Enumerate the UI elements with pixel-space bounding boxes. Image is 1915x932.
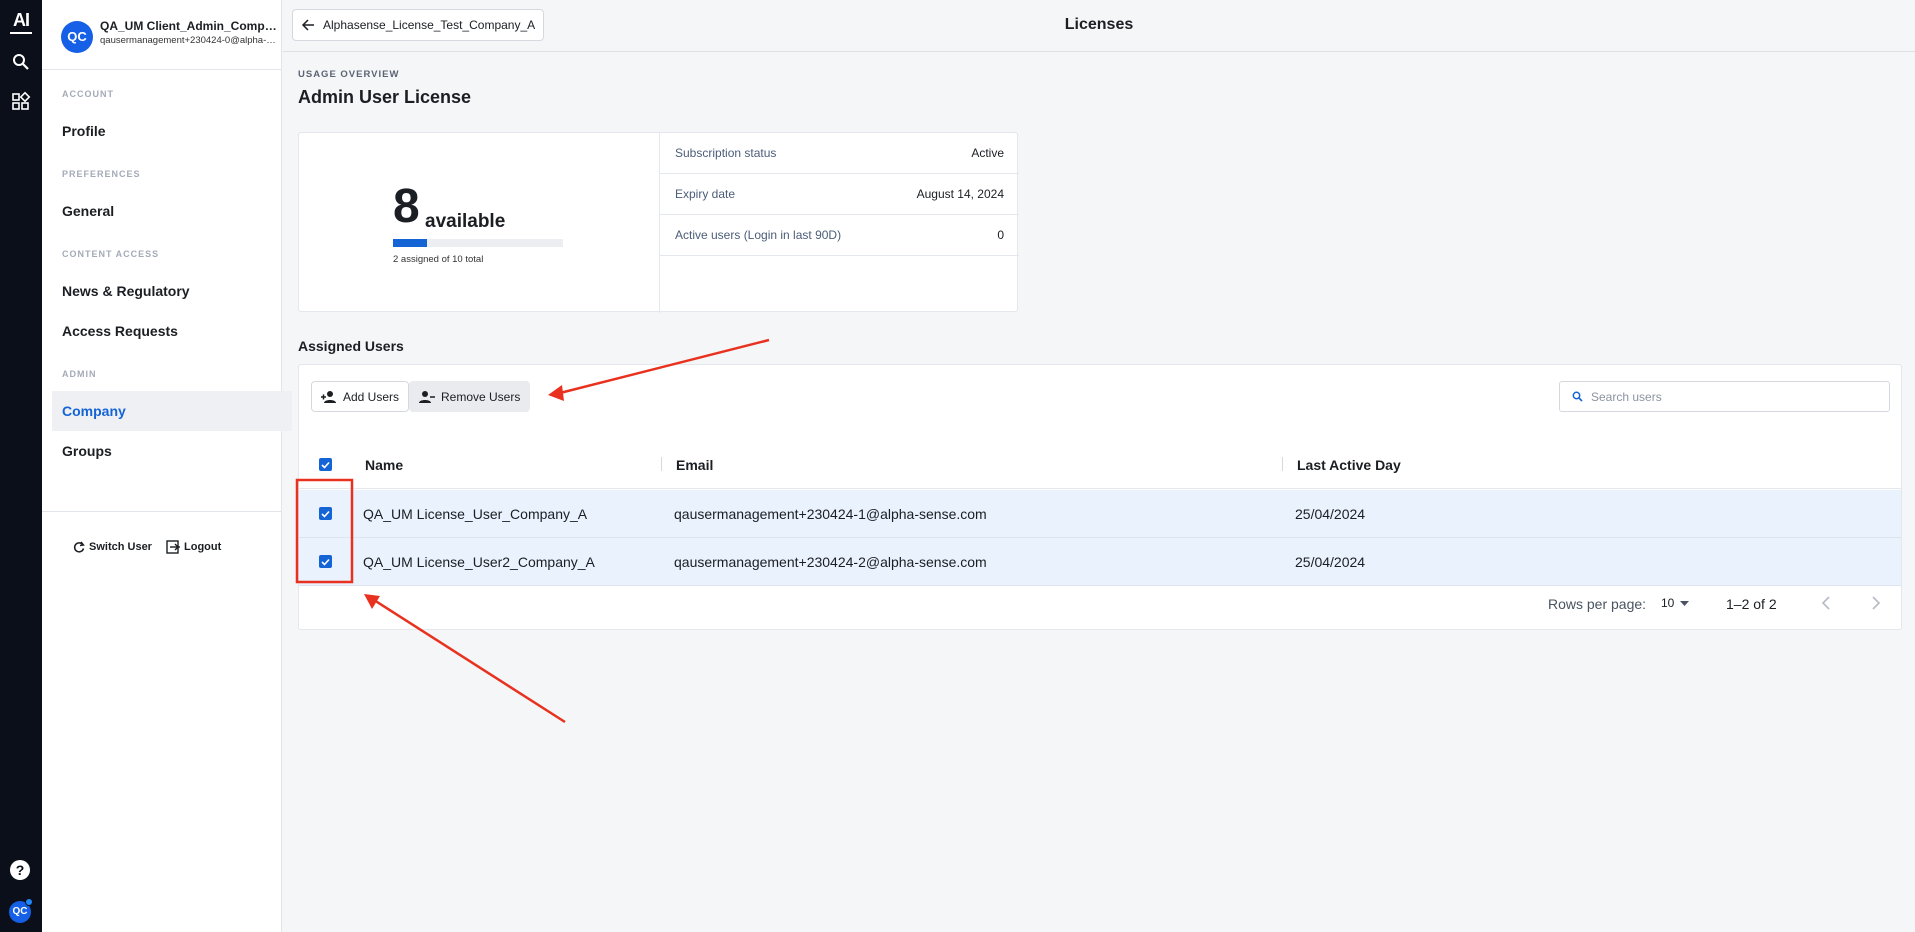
sidebar-item-profile[interactable]: Profile	[62, 123, 106, 139]
info-value: 0	[997, 228, 1004, 242]
user-header: QC QA_UM Client_Admin_Company_A qauserma…	[42, 0, 281, 70]
section-admin: ADMIN	[62, 369, 97, 379]
page-range: 1–2 of 2	[1726, 596, 1777, 612]
sidebar-item-general[interactable]: General	[62, 203, 114, 219]
column-email[interactable]: Email	[676, 457, 713, 473]
column-name[interactable]: Name	[365, 457, 403, 473]
assigned-users-card: Add Users Remove Users Name Email Last A…	[298, 364, 1902, 630]
cell-email: qausermanagement+230424-1@alpha-sense.co…	[674, 506, 987, 522]
row-checkbox[interactable]	[319, 555, 332, 568]
info-key: Expiry date	[675, 187, 736, 201]
apps-grid-icon[interactable]	[10, 91, 32, 113]
sidebar-item-access-requests[interactable]: Access Requests	[62, 323, 178, 339]
table-pagination: Rows per page: 10 1–2 of 2	[299, 585, 1901, 625]
switch-user-button[interactable]: Switch User	[72, 540, 152, 554]
sidebar-item-news-regulatory[interactable]: News & Regulatory	[62, 283, 190, 299]
section-account: ACCOUNT	[62, 89, 114, 99]
sidebar-divider	[42, 511, 282, 512]
remove-users-button[interactable]: Remove Users	[409, 381, 531, 412]
app-rail: AI ? QC	[0, 0, 42, 932]
info-value: August 14, 2024	[916, 187, 1004, 201]
assigned-users-title: Assigned Users	[298, 338, 404, 354]
cell-email: qausermanagement+230424-2@alpha-sense.co…	[674, 554, 987, 570]
notification-dot	[25, 898, 33, 906]
next-page-icon[interactable]	[1865, 593, 1885, 613]
sidebar-item-company[interactable]: Company	[62, 403, 126, 419]
add-users-button[interactable]: Add Users	[311, 381, 410, 412]
cell-name: QA_UM License_User2_Company_A	[363, 554, 595, 570]
search-users-field[interactable]	[1559, 381, 1890, 412]
available-label: available	[425, 211, 506, 232]
user-name: QA_UM Client_Admin_Company_A	[100, 19, 280, 33]
active-users-row: Active users (Login in last 90D) 0	[660, 215, 1019, 256]
subscription-status-row: Subscription status Active	[660, 133, 1019, 174]
column-separator	[1282, 457, 1283, 471]
table-row[interactable]: QA_UM License_User2_Company_A qausermana…	[299, 538, 1901, 586]
select-all-checkbox[interactable]	[319, 458, 332, 471]
search-users-input[interactable]	[1591, 389, 1881, 404]
rows-per-page-value: 10	[1661, 596, 1675, 610]
info-value: Active	[971, 146, 1004, 160]
search-icon[interactable]	[10, 51, 32, 73]
info-key: Active users (Login in last 90D)	[675, 228, 842, 242]
rows-per-page-select[interactable]: 10	[1661, 596, 1690, 610]
section-content-access: CONTENT ACCESS	[62, 249, 160, 259]
help-icon[interactable]: ?	[10, 860, 30, 880]
logout-label: Logout	[184, 541, 222, 553]
usage-progress-fill	[393, 239, 427, 247]
avatar: QC	[61, 21, 93, 53]
column-last-active[interactable]: Last Active Day	[1297, 457, 1401, 473]
column-separator	[661, 457, 662, 471]
logout-button[interactable]: Logout	[166, 540, 221, 554]
sidebar-item-groups[interactable]: Groups	[62, 443, 112, 459]
add-user-icon	[321, 390, 336, 403]
switch-user-label: Switch User	[89, 541, 152, 553]
checkmark-icon	[321, 558, 330, 566]
remove-user-icon	[419, 390, 435, 403]
usage-overview-label: USAGE OVERVIEW	[298, 69, 400, 80]
checkmark-icon	[321, 461, 330, 469]
license-title: Admin User License	[298, 87, 472, 107]
assigned-count-text: 2 assigned of 10 total	[393, 254, 484, 265]
cell-name: QA_UM License_User_Company_A	[363, 506, 588, 522]
cell-last-active: 25/04/2024	[1295, 506, 1366, 522]
available-count: 8	[393, 180, 420, 233]
remove-users-label: Remove Users	[441, 389, 521, 404]
info-key: Subscription status	[675, 146, 777, 160]
table-header: Name Email Last Active Day	[299, 441, 1901, 489]
logout-icon	[166, 540, 180, 554]
row-checkbox[interactable]	[319, 507, 332, 520]
table-row[interactable]: QA_UM License_User_Company_A qausermanag…	[299, 490, 1901, 538]
arrow-left-icon	[301, 19, 314, 31]
add-users-label: Add Users	[343, 389, 400, 404]
back-button[interactable]: Alphasense_License_Test_Company_A	[292, 9, 545, 41]
expiry-date-row: Expiry date August 14, 2024	[660, 174, 1019, 215]
checkmark-icon	[321, 510, 330, 518]
usage-progress-bar	[393, 239, 563, 247]
section-preferences: PREFERENCES	[62, 169, 141, 179]
settings-sidebar: QC QA_UM Client_Admin_Company_A qauserma…	[42, 0, 292, 932]
alphasense-logo[interactable]: AI	[0, 10, 42, 34]
back-button-label: Alphasense_License_Test_Company_A	[323, 18, 536, 32]
search-icon	[1572, 391, 1583, 402]
user-email: qausermanagement+230424-0@alpha-sense.co…	[100, 35, 280, 46]
caret-down-icon	[1680, 600, 1690, 606]
top-bar: Licenses Alphasense_License_Test_Company…	[283, 0, 1915, 52]
cell-last-active: 25/04/2024	[1295, 554, 1366, 570]
refresh-icon	[73, 541, 85, 553]
license-summary-card: 8 available 2 assigned of 10 total Subsc…	[298, 132, 1019, 313]
rows-per-page-label: Rows per page:	[1548, 596, 1647, 612]
previous-page-icon[interactable]	[1817, 593, 1837, 613]
